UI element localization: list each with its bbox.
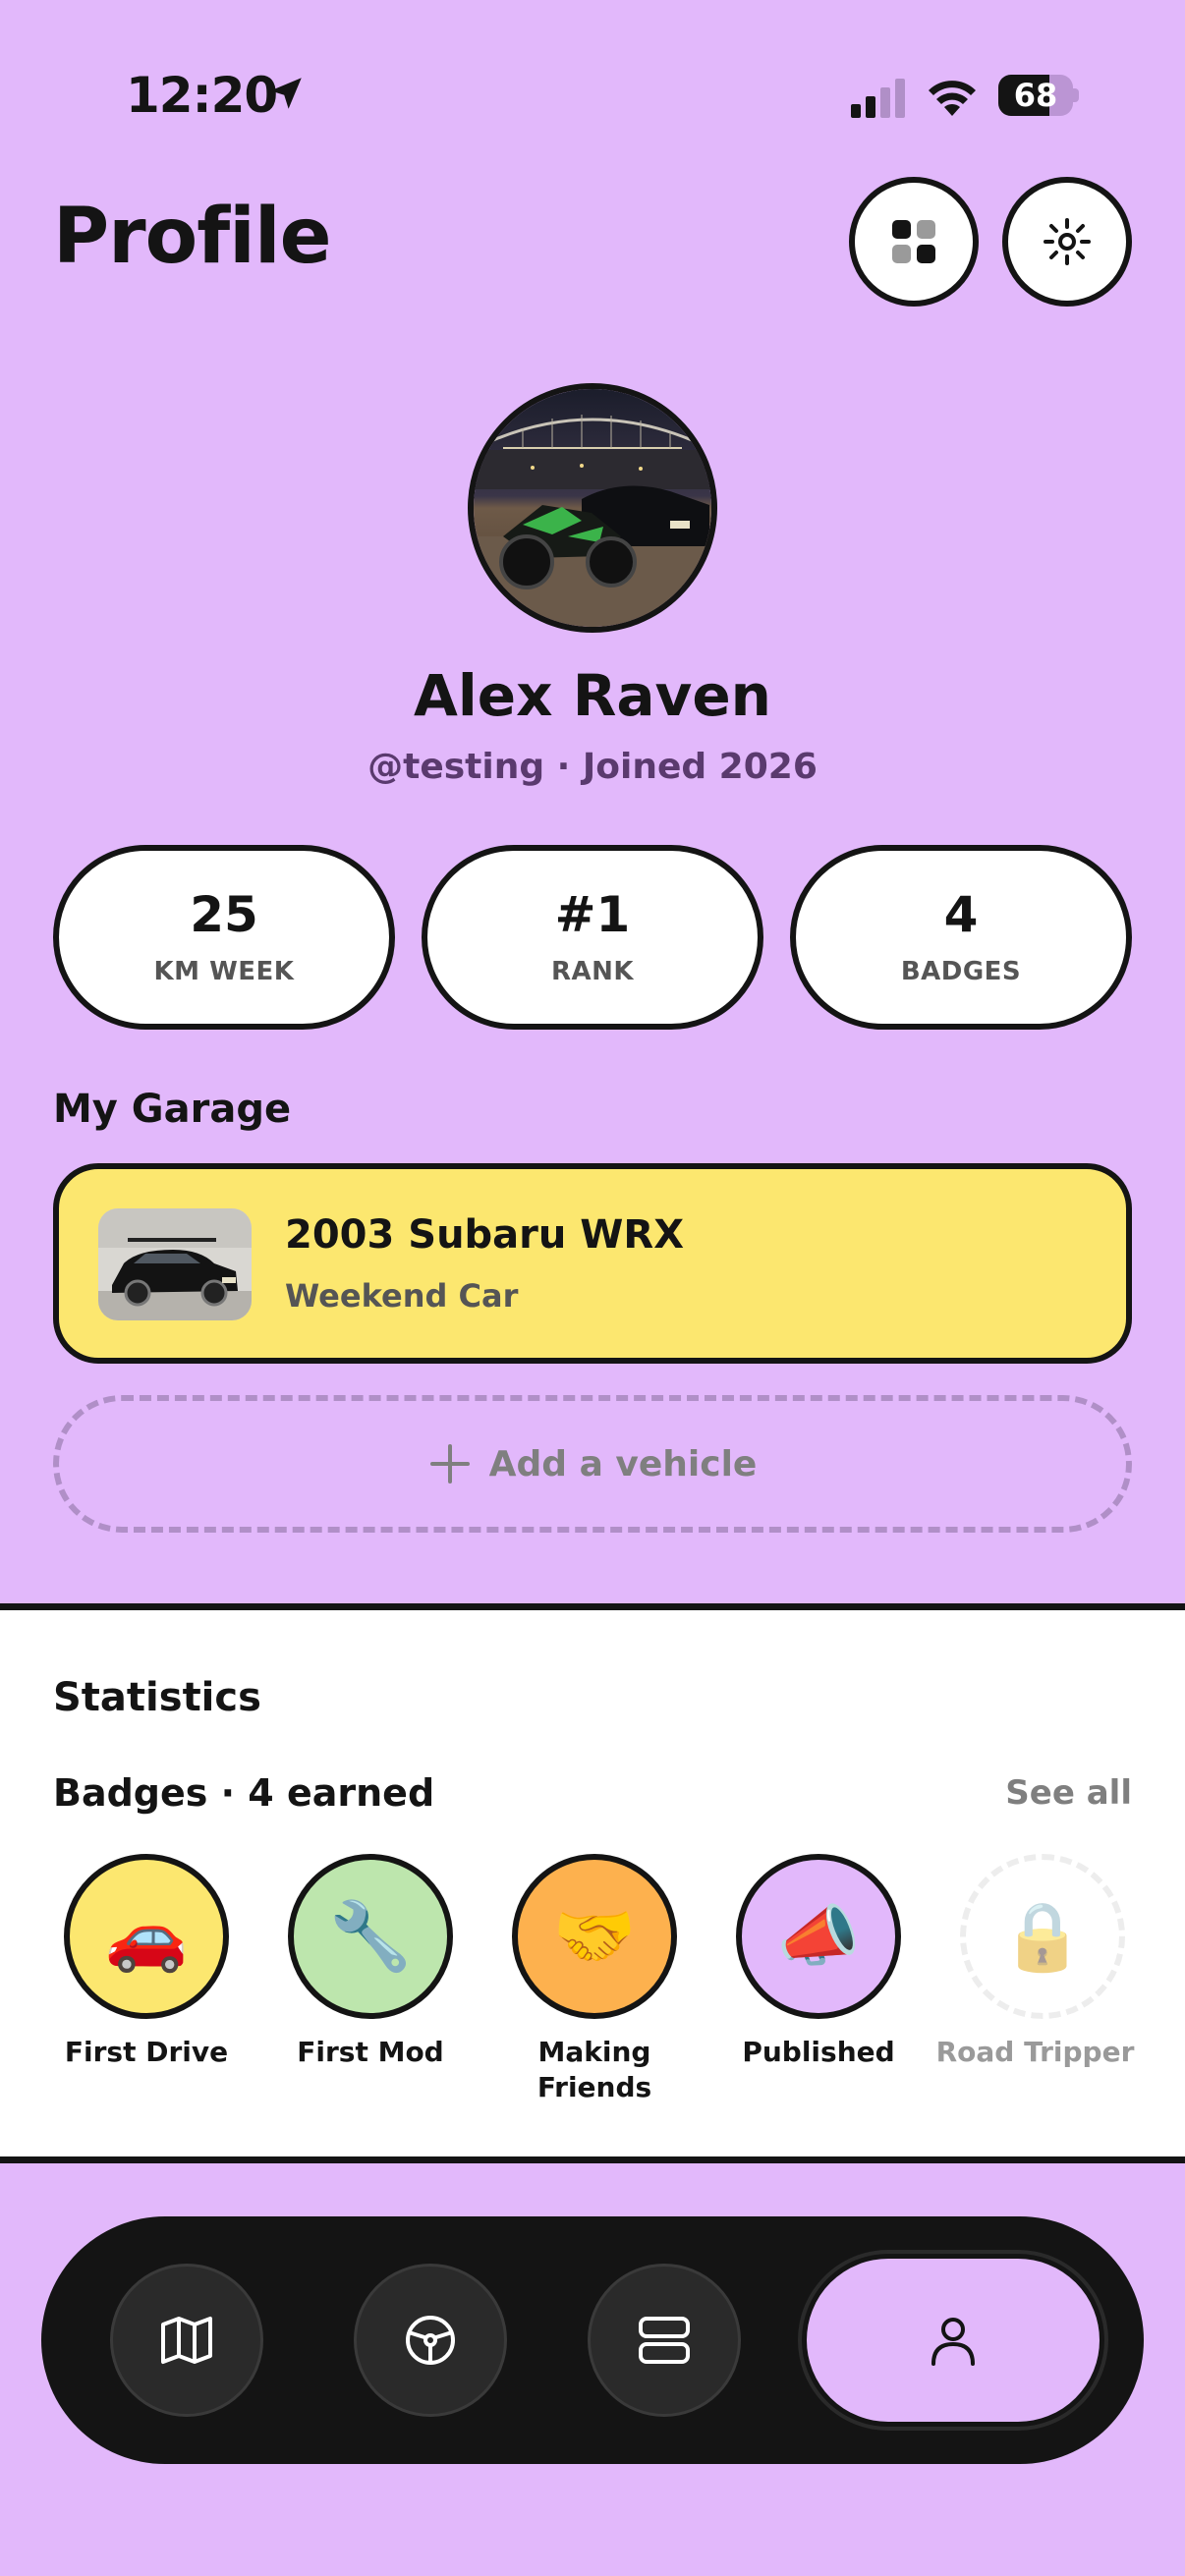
- tab-map[interactable]: [110, 2264, 263, 2417]
- sun-icon: [1044, 218, 1091, 265]
- battery-percent: 68: [1013, 77, 1058, 114]
- tab-bar: [41, 2216, 1144, 2464]
- stat-value: 25: [190, 886, 258, 943]
- theme-toggle-button[interactable]: [1002, 177, 1132, 307]
- stat-rank[interactable]: #1 RANK: [422, 845, 763, 1030]
- status-bar: 12:20 68: [0, 0, 1185, 147]
- wifi-icon: [929, 81, 976, 116]
- badge-road-tripper[interactable]: 🔒 Road Tripper: [934, 1854, 1151, 2070]
- tab-drive[interactable]: [354, 2264, 507, 2417]
- plus-icon: [429, 1444, 470, 1484]
- stat-badges[interactable]: 4 BADGES: [790, 845, 1132, 1030]
- statistics-title: Statistics: [53, 1675, 261, 1720]
- badge-label: First Drive: [64, 2036, 229, 2068]
- badge-making-friends[interactable]: 🤝 Making Friends: [486, 1854, 703, 2105]
- stat-value: 4: [943, 886, 979, 943]
- battery-icon: 68: [998, 75, 1079, 116]
- badge-label: First Mod: [297, 2036, 444, 2068]
- vehicle-subtitle: Weekend Car: [285, 1277, 519, 1315]
- badge-published[interactable]: 📣 Published: [710, 1854, 927, 2070]
- badge-label: Making Friends: [536, 2036, 652, 2103]
- status-time: 12:20: [126, 67, 278, 124]
- statistics-panel: Statistics Badges · 4 earned See all 🚗 F…: [0, 1603, 1185, 2163]
- tab-feed[interactable]: [588, 2264, 741, 2417]
- stat-value: #1: [554, 886, 631, 943]
- user-handle-joined: @testing · Joined 2026: [367, 747, 818, 787]
- see-all-link[interactable]: See all: [1005, 1773, 1132, 1813]
- stat-km-week[interactable]: 25 KM WEEK: [53, 845, 395, 1030]
- vehicle-card[interactable]: 2003 Subaru WRX Weekend Car: [53, 1163, 1132, 1364]
- person-icon: [931, 2318, 975, 2366]
- garage-title: My Garage: [53, 1087, 292, 1132]
- avatar[interactable]: [468, 383, 717, 633]
- steering-wheel-icon: [406, 2316, 455, 2365]
- badge-label: Published: [742, 2036, 895, 2068]
- stat-label: BADGES: [900, 957, 1022, 986]
- add-vehicle-button[interactable]: Add a vehicle: [53, 1395, 1132, 1533]
- user-name: Alex Raven: [414, 662, 771, 729]
- map-icon: [161, 2317, 212, 2364]
- page-title: Profile: [53, 193, 332, 281]
- stack-icon: [639, 2317, 690, 2364]
- wrench-icon: 🔧: [288, 1854, 453, 2019]
- cellular-signal-icon: [851, 79, 905, 118]
- vehicle-photo: [98, 1208, 252, 1320]
- lock-icon: 🔒: [960, 1854, 1125, 2019]
- badge-first-mod[interactable]: 🔧 First Mod: [262, 1854, 479, 2070]
- motorcycle-and-car-photo: [474, 389, 711, 627]
- grid-view-button[interactable]: [849, 177, 979, 307]
- stat-label: KM WEEK: [153, 957, 295, 986]
- tab-profile[interactable]: [802, 2254, 1104, 2427]
- add-vehicle-label: Add a vehicle: [488, 1443, 758, 1484]
- car-icon: 🚗: [64, 1854, 229, 2019]
- stat-label: RANK: [550, 957, 635, 986]
- megaphone-icon: 📣: [736, 1854, 901, 2019]
- badges-title: Badges · 4 earned: [53, 1771, 435, 1815]
- grid-icon: [892, 220, 935, 263]
- vehicle-name: 2003 Subaru WRX: [285, 1212, 685, 1258]
- badge-label: Road Tripper: [935, 2036, 1135, 2068]
- handshake-icon: 🤝: [512, 1854, 677, 2019]
- location-arrow-icon: [270, 78, 302, 109]
- badge-first-drive[interactable]: 🚗 First Drive: [38, 1854, 254, 2070]
